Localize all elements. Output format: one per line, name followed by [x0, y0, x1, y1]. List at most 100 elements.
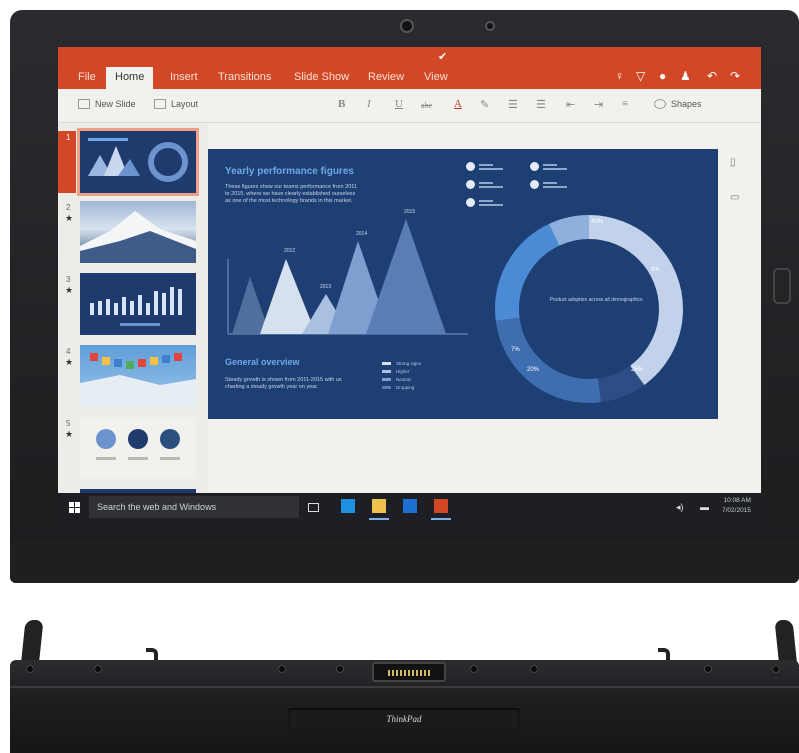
donut-center-text[interactable]: Product adoption across all demographics — [546, 297, 646, 304]
dock-screw — [530, 665, 538, 673]
animation-star-icon: ★ — [65, 429, 74, 439]
tab-review[interactable]: Review — [368, 71, 404, 83]
tab-file[interactable]: File — [78, 71, 96, 83]
layout-button[interactable]: Layout — [154, 99, 198, 109]
hardware-button[interactable] — [773, 268, 791, 304]
slide-number: 4 — [66, 347, 71, 356]
person-entry — [466, 162, 526, 171]
underline-button[interactable]: U — [395, 98, 403, 110]
italic-button[interactable]: I — [367, 98, 371, 110]
peak-label: 2013 — [320, 284, 331, 290]
present-icon[interactable]: ▽ — [636, 69, 645, 83]
notes-icon[interactable]: ▯ — [730, 157, 736, 168]
layout-label: Layout — [171, 99, 199, 109]
mountain-chart: 2012 2013 2014 2015 — [227, 209, 468, 335]
notifications-icon[interactable]: ▬ — [700, 502, 709, 512]
slide-thumbnail-2[interactable] — [80, 201, 196, 263]
mountain-image — [80, 211, 196, 263]
dock-screw — [94, 665, 102, 673]
peak-label: 2014 — [356, 231, 367, 237]
keyboard-dock: ThinkPad — [10, 660, 799, 753]
ribbon: ✔ File Home Insert Transitions Slide Sho… — [58, 47, 761, 89]
peak-label: 2015 — [404, 209, 415, 215]
bold-button[interactable]: B — [338, 98, 345, 110]
slide-thumbnail-3[interactable] — [80, 273, 196, 335]
search-input[interactable]: Search the web and Windows — [89, 496, 299, 518]
undo-icon[interactable]: ↶ — [707, 69, 717, 83]
user-icon — [466, 180, 475, 189]
dock-screw — [470, 665, 478, 673]
slide-title[interactable]: Yearly performance figures — [225, 166, 354, 177]
person-entry — [530, 180, 590, 189]
user-icon — [466, 198, 475, 207]
edge-icon[interactable] — [341, 499, 355, 513]
legend-item: Strong signs — [382, 359, 421, 367]
globe-icon[interactable]: ● — [659, 69, 666, 83]
icons-thumbnail — [96, 429, 180, 460]
strikethrough-button[interactable]: abc — [421, 101, 432, 110]
new-slide-label: New Slide — [95, 99, 136, 109]
tablet-bezel-bottom — [10, 540, 799, 583]
new-slide-button[interactable]: New Slide — [78, 99, 136, 109]
slide-thumbnail-4[interactable] — [80, 345, 196, 407]
legend-item: Dropping — [382, 383, 421, 391]
slide-thumbnail-1[interactable] — [77, 128, 199, 196]
start-button[interactable] — [69, 502, 80, 513]
peak-label: 2012 — [284, 248, 295, 254]
donut-label: 7% — [511, 347, 520, 353]
dock-screw — [772, 665, 780, 673]
tab-insert[interactable]: Insert — [170, 71, 198, 83]
slide-canvas[interactable]: Yearly performance figures These figures… — [208, 149, 718, 419]
peak-2012 — [260, 259, 316, 334]
dock-connector — [372, 662, 446, 682]
tab-slide-show[interactable]: Slide Show — [294, 71, 349, 83]
peak-2015 — [366, 219, 446, 334]
overview-text[interactable]: Steady growth is shown from 2011-2015 wi… — [225, 377, 360, 391]
dock-screw — [704, 665, 712, 673]
prayer-flags-image — [80, 353, 196, 407]
align-icon[interactable]: ≡ — [622, 98, 628, 110]
dock-screw — [26, 665, 34, 673]
user-icon — [466, 162, 475, 171]
legend-item: Neutral — [382, 375, 421, 383]
system-clock[interactable]: 10:08 AM 7/02/2015 — [722, 496, 751, 516]
slide-number: 2 — [66, 203, 71, 212]
numbering-icon[interactable]: ☰ — [536, 98, 546, 111]
slide-thumbnail-5[interactable] — [80, 417, 196, 479]
connector-pins — [388, 670, 430, 676]
shapes-icon — [654, 99, 666, 109]
redo-icon[interactable]: ↷ — [730, 69, 740, 83]
decrease-indent-icon[interactable]: ⇤ — [566, 98, 575, 111]
animation-star-icon: ★ — [65, 213, 74, 223]
increase-indent-icon[interactable]: ⇥ — [594, 98, 603, 111]
tab-view[interactable]: View — [424, 71, 448, 83]
bullets-icon[interactable]: ☰ — [508, 98, 518, 111]
layout-icon — [154, 99, 166, 109]
clock-time: 10:08 AM — [723, 497, 751, 504]
overview-heading[interactable]: General overview — [225, 357, 300, 367]
home-toolbar: New Slide Layout B I U abc A ✎ ☰ ☰ ⇤ ⇥ ≡… — [58, 89, 761, 123]
user-icon — [530, 180, 539, 189]
tab-transitions[interactable]: Transitions — [218, 71, 271, 83]
thumbnail-chart — [88, 138, 188, 182]
brand-plate: ThinkPad — [288, 708, 520, 730]
share-icon[interactable]: ♟ — [680, 69, 691, 83]
task-view-icon[interactable] — [308, 503, 319, 512]
clear-format-icon[interactable]: ✎ — [480, 98, 489, 111]
front-camera-icon — [400, 19, 414, 33]
shapes-button[interactable]: Shapes — [654, 99, 702, 109]
font-color-button[interactable]: A — [454, 98, 462, 110]
file-explorer-icon[interactable] — [369, 499, 389, 520]
user-icon — [530, 162, 539, 171]
animation-star-icon: ★ — [65, 357, 74, 367]
comments-icon[interactable]: ▭ — [730, 192, 739, 203]
tab-home[interactable]: Home — [106, 67, 154, 89]
donut-label: 20% — [527, 367, 540, 373]
lightbulb-icon[interactable]: ♀ — [615, 69, 624, 83]
person-entry — [530, 162, 590, 171]
powerpoint-icon[interactable] — [431, 499, 451, 520]
product-photo: ✔ File Home Insert Transitions Slide Sho… — [0, 0, 799, 753]
donut-label: 8% — [651, 267, 660, 273]
volume-icon[interactable]: ◂) — [676, 502, 684, 513]
store-icon[interactable] — [403, 499, 417, 513]
